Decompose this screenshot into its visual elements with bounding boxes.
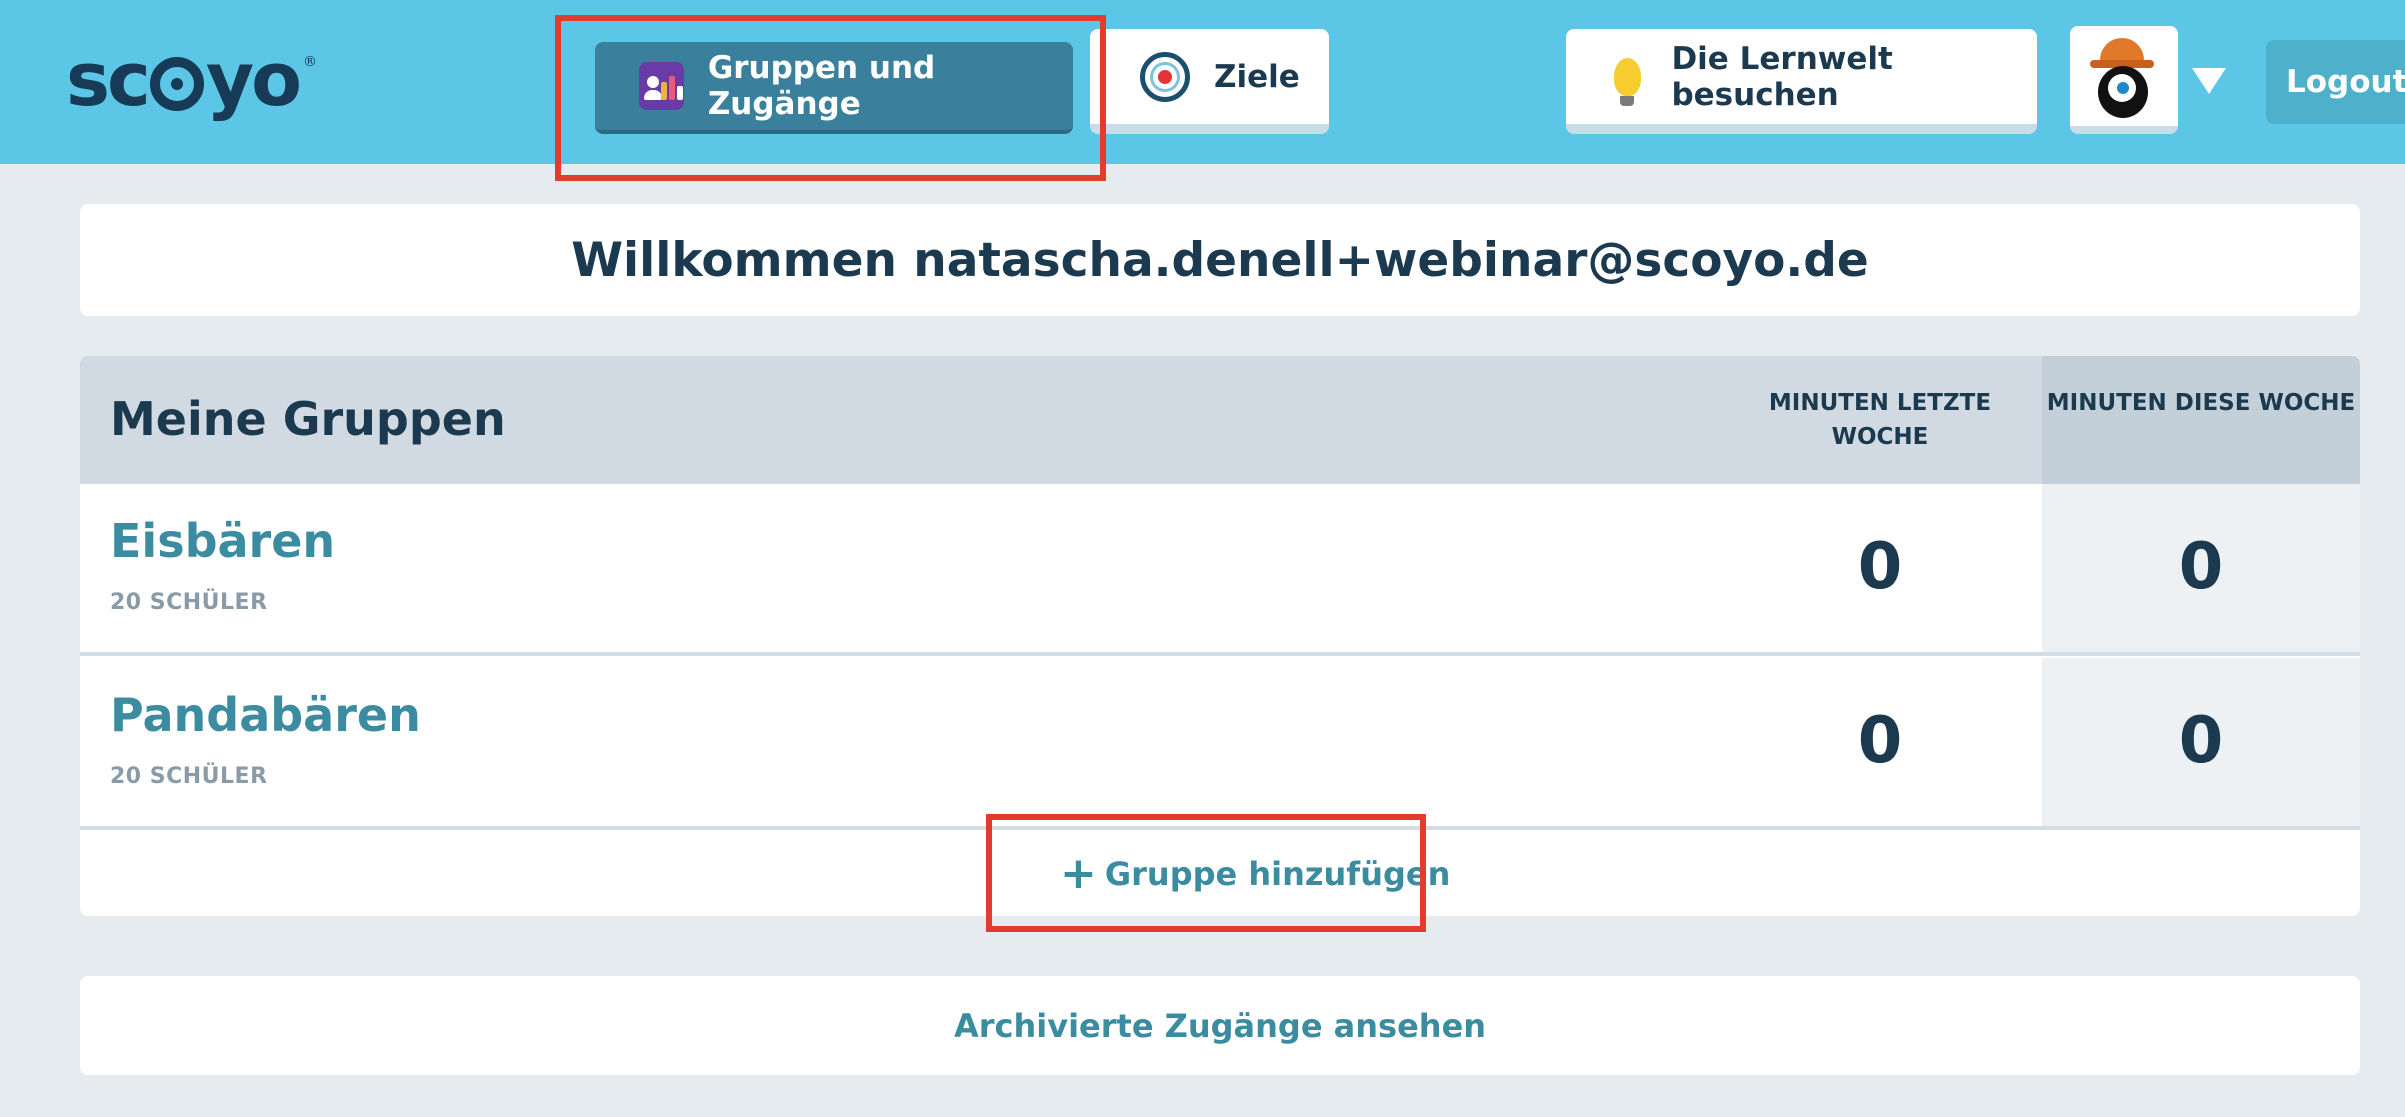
logout-label: Logout [2286, 64, 2405, 100]
logo-registered-mark: ® [303, 54, 317, 70]
col-header-minutes-this-week: MINUTEN DIESE WOCHE [2046, 390, 2356, 416]
top-header: sc yo ® Gruppen und Zugänge Ziele Die Lern… [0, 0, 2405, 164]
logo-text-yo: yo [205, 37, 302, 123]
avatar-pupil [2117, 82, 2129, 94]
groups-table-header: Meine Gruppen MINUTEN LETZTE WOCHE MINUT… [80, 356, 2360, 484]
group-student-count: 20 SCHÜLER [110, 764, 268, 789]
header-col3-bg [2042, 356, 2360, 484]
groups-title: Meine Gruppen [110, 392, 506, 446]
scoyo-logo[interactable]: sc yo ® [66, 37, 317, 123]
lightbulb-icon [1614, 57, 1642, 106]
minutes-last-week-value: 0 [1857, 704, 1903, 778]
archived-access-link[interactable]: Archivierte Zugänge ansehen [80, 976, 2360, 1075]
nav-learning-world-button[interactable]: Die Lernwelt besuchen [1566, 29, 2037, 134]
nav-goals-button[interactable]: Ziele [1090, 29, 1329, 134]
col-header-minutes-last-week: MINUTEN LETZTE WOCHE [1768, 390, 1992, 450]
nav-goals-label: Ziele [1214, 58, 1300, 95]
logo-text-sc: sc [66, 37, 151, 123]
nav-learn-label: Die Lernwelt besuchen [1671, 40, 1893, 113]
group-name-link[interactable]: Eisbären [110, 514, 335, 568]
highlight-box-add-group [986, 814, 1426, 932]
group-student-count: 20 SCHÜLER [110, 590, 268, 615]
target-icon [1140, 51, 1190, 102]
minutes-this-week-value: 0 [2178, 704, 2224, 778]
group-name-link[interactable]: Pandabären [110, 688, 421, 742]
minutes-last-week-value: 0 [1857, 530, 1903, 604]
archive-link-label: Archivierte Zugänge ansehen [953, 1006, 1487, 1045]
minutes-this-week-value: 0 [2178, 530, 2224, 604]
welcome-banner: Willkommen natascha.denell+webinar@scoyo… [80, 204, 2360, 316]
welcome-text: Willkommen natascha.denell+webinar@scoyo… [571, 232, 1869, 288]
table-row[interactable]: Pandabären 20 SCHÜLER 0 0 [80, 658, 2360, 830]
table-row[interactable]: Eisbären 20 SCHÜLER 0 0 [80, 484, 2360, 656]
logout-button[interactable]: Logout [2266, 40, 2405, 124]
logo-eye-icon [149, 57, 204, 111]
avatar[interactable] [2070, 26, 2178, 134]
highlight-box-nav-groups [555, 15, 1106, 181]
chevron-down-icon[interactable] [2192, 68, 2226, 94]
